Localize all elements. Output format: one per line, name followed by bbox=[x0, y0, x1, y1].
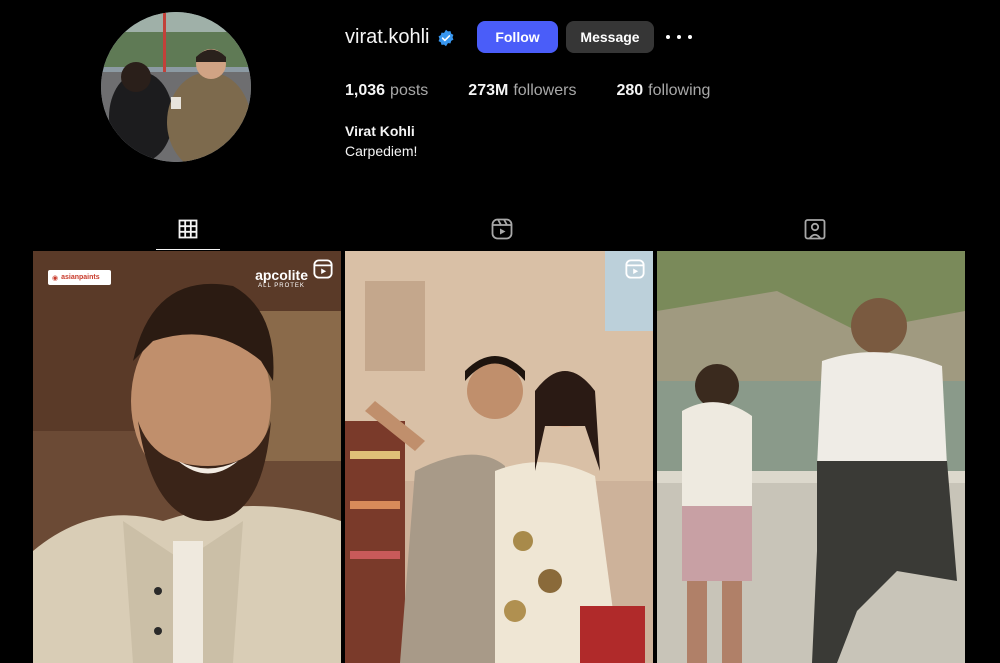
reels-icon bbox=[491, 218, 513, 240]
reel-badge-icon bbox=[313, 259, 333, 279]
tab-posts[interactable] bbox=[156, 208, 220, 250]
following-count[interactable]: 280 following bbox=[616, 82, 710, 100]
brand-right-subtitle: ALL PROTEK bbox=[258, 283, 305, 289]
tab-reels[interactable] bbox=[470, 208, 534, 250]
username: virat.kohli bbox=[345, 26, 430, 48]
post-tile[interactable]: ◉ asianpaints apcolite ALL PROTEK bbox=[33, 251, 341, 663]
following-count-label: following bbox=[648, 82, 711, 99]
apcolite-logo: apcolite ALL PROTEK bbox=[255, 267, 308, 289]
profile-avatar[interactable] bbox=[101, 12, 251, 162]
brand-left-label: asianpaints bbox=[61, 274, 100, 281]
post-image bbox=[33, 251, 341, 663]
follow-button[interactable]: Follow bbox=[477, 21, 558, 53]
asianpaints-logo: ◉ asianpaints bbox=[48, 270, 111, 285]
posts-count-value: 1,036 bbox=[345, 82, 386, 99]
message-button[interactable]: Message bbox=[566, 21, 654, 53]
more-options-icon[interactable] bbox=[666, 28, 692, 46]
verified-badge-icon bbox=[439, 29, 454, 46]
tagged-icon bbox=[804, 219, 826, 240]
posts-count: 1,036 posts bbox=[345, 82, 428, 100]
profile-stats: 1,036 posts 273M followers 280 following bbox=[345, 82, 710, 100]
posts-count-label: posts bbox=[390, 82, 429, 99]
post-image bbox=[657, 251, 965, 663]
post-image bbox=[345, 251, 653, 663]
grid-icon bbox=[178, 219, 198, 238]
followers-count[interactable]: 273M followers bbox=[468, 82, 576, 100]
username-row: virat.kohli bbox=[345, 26, 455, 49]
post-tile[interactable] bbox=[657, 251, 965, 663]
post-tile[interactable] bbox=[345, 251, 653, 663]
brand-right-title: apcolite bbox=[255, 267, 308, 283]
followers-count-label: followers bbox=[513, 82, 577, 99]
avatar-photo bbox=[101, 12, 251, 162]
profile-bio: Carpediem! bbox=[345, 143, 418, 159]
reel-badge-icon bbox=[625, 259, 645, 279]
following-count-value: 280 bbox=[616, 82, 644, 99]
followers-count-value: 273M bbox=[468, 82, 509, 99]
profile-full-name: Virat Kohli bbox=[345, 123, 415, 139]
tab-tagged[interactable] bbox=[783, 208, 847, 250]
